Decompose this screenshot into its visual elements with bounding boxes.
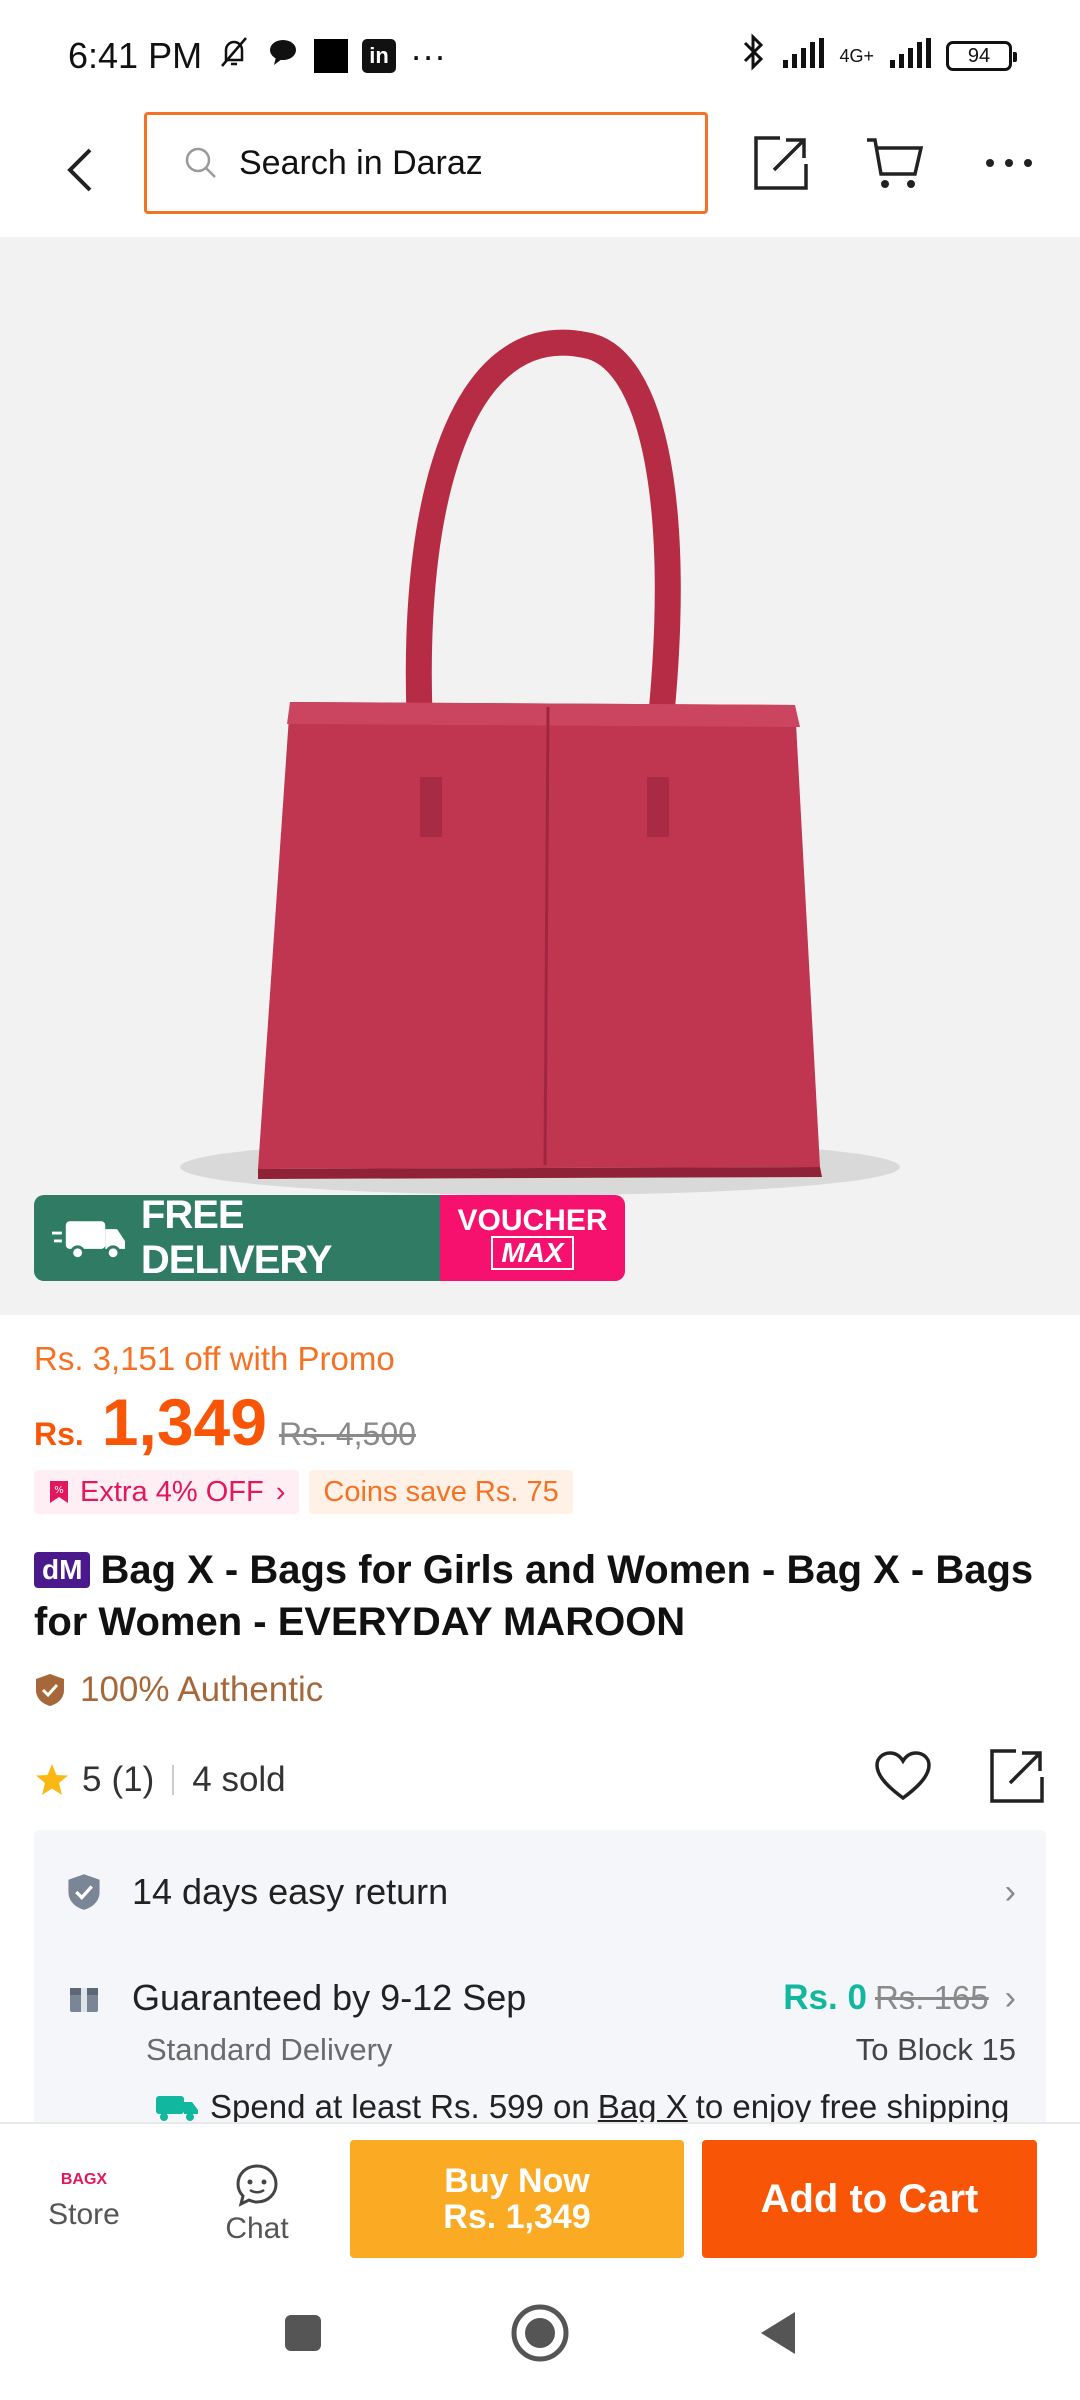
- bluetooth-icon: [739, 32, 767, 80]
- add-to-cart-button[interactable]: Add to Cart: [702, 2140, 1037, 2258]
- product-image[interactable]: FREE DELIVERY VOUCHER MAX: [0, 237, 1080, 1315]
- wishlist-button[interactable]: [874, 1750, 932, 1811]
- buy-now-label: Buy Now: [444, 2162, 590, 2200]
- delivery-fee-original: Rs. 165: [874, 1979, 989, 2016]
- price-currency: Rs.: [34, 1416, 84, 1452]
- delivery-location: To Block 15: [855, 2032, 1016, 2067]
- more-notifications: ···: [410, 35, 447, 76]
- star-icon: [36, 1764, 68, 1795]
- extra-off-chip[interactable]: % Extra 4% OFF ›: [34, 1470, 300, 1514]
- chevron-right-icon: ›: [1004, 1872, 1016, 1911]
- mute-icon: [216, 34, 252, 79]
- store-logo: BAGX: [60, 2171, 108, 2188]
- shield-check-icon: [68, 1874, 100, 1910]
- product-title-block: dM Bag X - Bags for Girls and Women - Bag…: [34, 1544, 1044, 1648]
- rating-count[interactable]: (1): [111, 1760, 154, 1800]
- more-icon: [986, 159, 1032, 167]
- divider: [172, 1765, 175, 1795]
- share-icon: [990, 1748, 1044, 1803]
- delivery-guarantee-text: Guaranteed by 9-12 Sep: [132, 1977, 527, 2018]
- return-policy-text: 14 days easy return: [132, 1871, 449, 1912]
- status-time: 6:41 PM: [68, 35, 203, 76]
- free-truck-icon: [156, 2096, 198, 2121]
- store-button[interactable]: BAGX Store: [34, 2162, 134, 2232]
- back-arrow-icon: [67, 148, 92, 192]
- search-placeholder: Search in Daraz: [239, 143, 483, 182]
- price-row: Rs. 1,349 Rs. 4,500: [34, 1384, 416, 1460]
- return-policy-row[interactable]: 14 days easy return ›: [66, 1862, 1016, 1922]
- bag-illustration: [180, 329, 900, 1195]
- spend-suffix: to enjoy free shipping: [695, 2088, 1010, 2125]
- voucher-max-label: MAX: [491, 1236, 574, 1270]
- square-icon: [285, 2315, 321, 2351]
- store-label: Store: [48, 2198, 120, 2231]
- promo-badges: FREE DELIVERY VOUCHER MAX: [34, 1195, 625, 1281]
- home-button[interactable]: [505, 2298, 575, 2368]
- rating-value[interactable]: 5: [82, 1760, 101, 1800]
- voucher-max-badge: VOUCHER MAX: [440, 1195, 625, 1281]
- signal-icon-2: [888, 35, 932, 77]
- home-circle-icon: [511, 2304, 569, 2362]
- battery-indicator: 94: [946, 41, 1017, 71]
- linkedin-icon: in: [362, 39, 397, 73]
- chat-label: Chat: [225, 2212, 289, 2245]
- chevron-right-icon: ›: [275, 1475, 286, 1508]
- network-type: 4G+: [839, 45, 874, 66]
- cart-icon: [867, 138, 924, 188]
- extra-off-label: Extra 4% OFF: [80, 1475, 264, 1508]
- buy-now-button[interactable]: Buy Now Rs. 1,349: [350, 2140, 684, 2258]
- original-price: Rs. 4,500: [278, 1416, 416, 1452]
- free-delivery-label: FREE DELIVERY: [140, 1195, 333, 1281]
- buy-now-price: Rs. 1,349: [443, 2198, 591, 2236]
- shield-check-icon: [36, 1674, 64, 1706]
- product-title: Bag X - Bags for Girls and Women - Bag X…: [34, 1548, 1034, 1644]
- chat-button[interactable]: Chat: [207, 2162, 307, 2246]
- service-info-panel: 14 days easy return › Guaranteed by 9-12…: [34, 1830, 1046, 2130]
- recent-apps-button[interactable]: [268, 2298, 338, 2368]
- delivery-type: Standard Delivery: [146, 2032, 393, 2067]
- back-triangle-icon: [761, 2312, 795, 2354]
- discount-tag-icon: %: [50, 1481, 68, 1503]
- status-bar: 6:41 PM in ··· 4G+ 94: [0, 0, 1080, 112]
- svg-text:%: %: [54, 1485, 64, 1496]
- spend-prefix: Spend at least Rs. 599 on: [210, 2088, 590, 2125]
- system-nav-bar: [0, 2270, 1080, 2400]
- free-delivery-badge: FREE DELIVERY: [34, 1195, 440, 1281]
- darazmall-badge: dM: [34, 1552, 91, 1588]
- sold-count: 4 sold: [192, 1760, 286, 1799]
- back-button[interactable]: [50, 140, 110, 200]
- share-product-button[interactable]: [988, 1747, 1046, 1814]
- app-notification-icon: [314, 39, 349, 73]
- top-header: Search in Daraz: [0, 112, 1080, 237]
- coins-save-label: Coins save Rs. 75: [323, 1475, 559, 1508]
- coins-save-chip: Coins save Rs. 75: [309, 1470, 573, 1514]
- back-nav-button[interactable]: [742, 2298, 812, 2368]
- voucher-label: VOUCHER: [457, 1204, 608, 1237]
- rating-row: 5 (1) 4 sold: [34, 1748, 1046, 1811]
- heart-icon: [875, 1750, 931, 1800]
- delivery-details-row: Standard Delivery To Block 15: [146, 2032, 1016, 2068]
- authentic-label: 100% Authentic: [80, 1670, 324, 1709]
- share-button[interactable]: [750, 132, 812, 194]
- add-to-cart-label: Add to Cart: [760, 2176, 979, 2221]
- package-icon: [70, 1988, 98, 2012]
- message-icon: [266, 35, 300, 78]
- promo-discount-text: Rs. 3,151 off with Promo: [34, 1340, 395, 1377]
- share-icon: [754, 136, 808, 190]
- delivery-row[interactable]: Guaranteed by 9-12 Sep Rs. 0 Rs. 165 ›: [66, 1968, 1016, 2028]
- search-input[interactable]: Search in Daraz: [144, 112, 708, 214]
- price-amount: 1,349: [101, 1385, 267, 1459]
- signal-icon: [781, 35, 825, 77]
- search-icon: [185, 147, 216, 178]
- chat-icon: [236, 2164, 278, 2207]
- delivery-fee: Rs. 0: [783, 1978, 867, 2017]
- bottom-action-bar: BAGX Store Chat Buy Now Rs. 1,349 Add to…: [0, 2122, 1080, 2270]
- cart-button[interactable]: [864, 132, 926, 194]
- seller-link[interactable]: Bag X: [598, 2088, 688, 2126]
- authentic-badge: 100% Authentic: [34, 1670, 323, 1710]
- more-options-button[interactable]: [978, 132, 1040, 194]
- truck-icon: [52, 1221, 125, 1261]
- offer-chips: % Extra 4% OFF › Coins save Rs. 75: [34, 1470, 573, 1514]
- chevron-right-icon: ›: [1004, 1978, 1016, 2017]
